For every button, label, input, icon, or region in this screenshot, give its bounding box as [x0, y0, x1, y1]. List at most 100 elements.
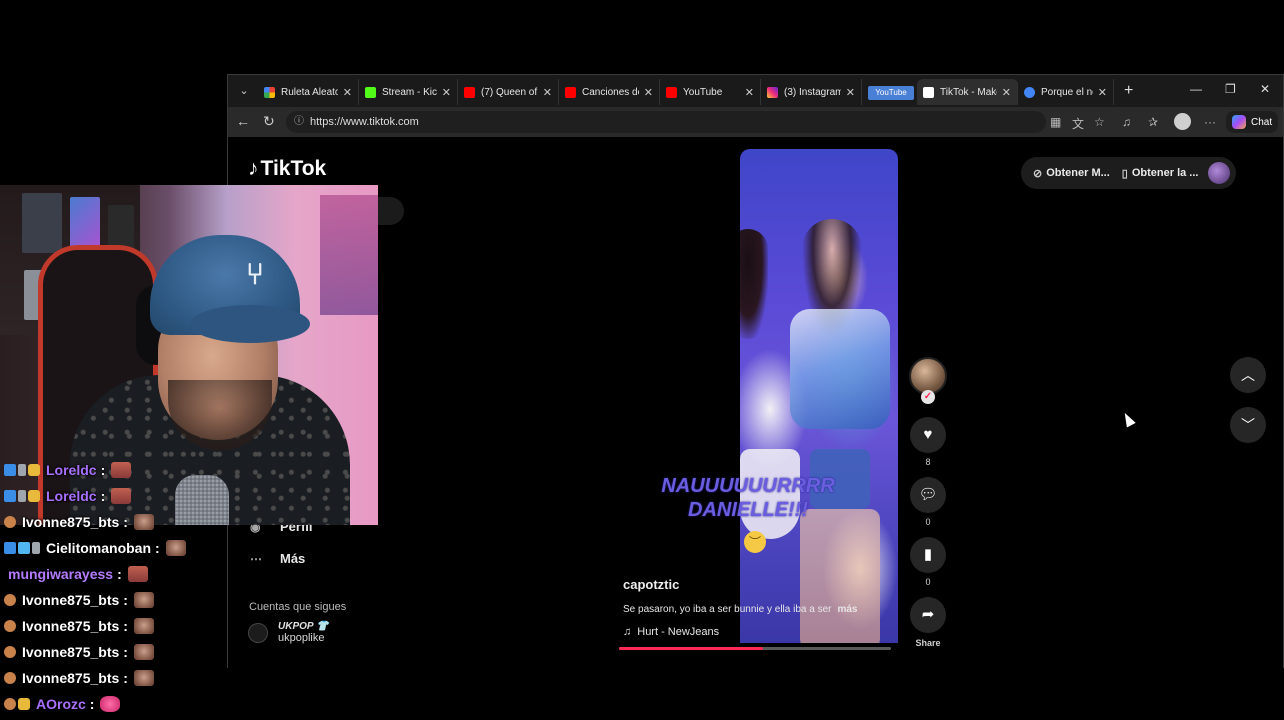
gold-badge-icon [28, 464, 40, 476]
tab-canciones[interactable]: Canciones de ✕ [559, 79, 660, 105]
new-tab-plus-icon[interactable]: + [1124, 82, 1133, 100]
chat-message: Loreldc: [4, 486, 132, 506]
mouse-cursor-icon [1120, 410, 1136, 428]
minimize-icon[interactable]: — [1190, 82, 1202, 96]
youtube-tab-group-badge[interactable]: YouTube [868, 86, 914, 100]
coin-icon: ⊘ [1033, 167, 1043, 180]
bear-badge-icon [4, 620, 16, 632]
chat-message: Loreldc: [4, 460, 132, 480]
tab-queen[interactable]: (7) Queen of ✕ [458, 79, 559, 105]
gray-badge-icon [18, 464, 26, 476]
youtube-favicon-icon [565, 86, 576, 98]
chat-username[interactable]: Ivonne875_bts [22, 618, 119, 634]
restore-icon[interactable]: ❐ [1225, 82, 1236, 96]
reload-icon[interactable]: ↻ [263, 113, 275, 130]
close-icon[interactable]: ✕ [343, 86, 352, 99]
tab-instagram[interactable]: (3) Instagram ✕ [761, 79, 862, 105]
following-account[interactable]: UKPOP 👕 ukpoplike [248, 621, 328, 644]
tab-list-dropdown[interactable]: ⌄ [234, 81, 254, 101]
video-progress-bar[interactable] [619, 647, 891, 650]
tab-label: (7) Queen of [481, 86, 538, 98]
stream-chat: Loreldc: Loreldc: Ivonne875_bts: Cielitoman… [0, 460, 230, 720]
next-video-button[interactable]: ﹀ [1230, 407, 1266, 443]
share-button[interactable]: ➦ [910, 597, 946, 633]
tab-ruleta[interactable]: Ruleta Aleato ✕ [258, 79, 359, 105]
tab-kick[interactable]: Stream - Kick ✕ [359, 79, 458, 105]
follow-plus-icon[interactable]: ✓ [921, 390, 935, 404]
collections-icon[interactable]: ✰ [1148, 115, 1158, 129]
heart-icon: ♥ [923, 426, 933, 443]
chevron-up-icon: ︿ [1241, 367, 1255, 383]
profile-avatar[interactable] [1174, 113, 1191, 130]
avatar[interactable] [1208, 162, 1231, 184]
crying-emoji-icon: ︶ [744, 531, 766, 553]
close-icon[interactable]: ✕ [1098, 86, 1107, 99]
following-handle: ukpoplike [278, 632, 325, 644]
app-grid-icon[interactable]: ▦ [1050, 115, 1061, 129]
tiktok-logo-text: TikTok [260, 157, 327, 180]
tiktok-note-icon: ♪ [248, 157, 259, 180]
phone-icon: ▯ [1121, 167, 1128, 180]
comment-button[interactable]: 💬︎ [910, 477, 946, 513]
youtube-favicon-icon [464, 86, 475, 98]
get-app-button[interactable]: ▯ Obtener la ... [1122, 167, 1199, 180]
like-button[interactable]: ♥ [910, 417, 946, 453]
comment-count: 0 [925, 517, 931, 527]
chat-username[interactable]: Ivonne875_bts [22, 644, 119, 660]
chat-message: Ivonne875_bts: [4, 616, 154, 636]
translate-icon[interactable]: 文 [1072, 115, 1084, 132]
get-coins-button[interactable]: ⊘ Obtener M... [1033, 167, 1110, 180]
url-field[interactable]: ⓘ https://www.tiktok.com [286, 111, 1046, 133]
close-icon[interactable]: ✕ [442, 86, 451, 99]
chat-separator: : [100, 488, 106, 504]
back-arrow-icon[interactable]: ← [236, 113, 250, 129]
youtube-favicon-icon [666, 86, 677, 98]
chat-username[interactable]: Cielitomanoban [46, 540, 151, 556]
video-music[interactable]: ♫ Hurt - NewJeans [623, 626, 719, 638]
site-info-icon[interactable]: ⓘ [294, 111, 304, 133]
like-count: 8 [925, 457, 931, 467]
chat-username[interactable]: Loreldc [46, 488, 97, 504]
save-button[interactable]: ▮ [910, 537, 946, 573]
box-emote-icon [111, 488, 132, 504]
browser-window: ⌄ Ruleta Aleato ✕ Stream - Kick ✕ (7) Qu… [227, 74, 1284, 669]
ruleta-favicon-icon [264, 86, 275, 98]
video-player[interactable] [740, 149, 898, 643]
tab-tiktok[interactable]: TikTok - Make ✕ [917, 79, 1018, 105]
tiktok-logo[interactable]: ♪TikTok [248, 157, 326, 181]
window-close-icon[interactable]: ✕ [1260, 82, 1270, 96]
tab-youtube[interactable]: YouTube ✕ [660, 79, 761, 105]
favorite-star-icon[interactable]: ☆ [1094, 115, 1105, 129]
chat-separator: : [100, 462, 106, 478]
tab-label: (3) Instagram [784, 86, 841, 98]
cat-emote-icon [133, 670, 154, 686]
blue-badge-icon [4, 464, 16, 476]
caption-more-link[interactable]: más [837, 604, 857, 615]
cap-brim [190, 305, 310, 343]
chat-username[interactable]: Loreldc [46, 462, 97, 478]
previous-video-button[interactable]: ︿ [1230, 357, 1266, 393]
video-author[interactable]: capotztic [623, 577, 679, 592]
settings-more-icon[interactable]: ··· [1204, 115, 1216, 129]
close-icon[interactable]: ✕ [543, 86, 552, 99]
bear-badge-icon [4, 646, 16, 658]
avatar [248, 622, 268, 643]
chat-username[interactable]: Ivonne875_bts [22, 670, 119, 686]
chat-username[interactable]: mungiwarayess [8, 566, 113, 582]
copilot-chat-button[interactable]: Chat [1226, 111, 1279, 133]
close-icon[interactable]: ✕ [644, 86, 653, 99]
close-icon[interactable]: ✕ [745, 86, 754, 99]
close-icon[interactable]: ✕ [1002, 86, 1011, 99]
instagram-favicon-icon [767, 86, 778, 98]
chat-username[interactable]: Ivonne875_bts [22, 514, 119, 530]
sidebar-item-mas[interactable]: ⋯ Más [250, 551, 305, 566]
video-progress-fill [619, 647, 764, 650]
tab-label: Ruleta Aleato [281, 86, 338, 98]
tab-label: YouTube [683, 86, 723, 98]
reading-icon[interactable]: ♫ [1122, 115, 1131, 129]
chat-username[interactable]: AOrozc [36, 696, 86, 712]
close-icon[interactable]: ✕ [846, 86, 855, 99]
cat-emote-icon [133, 592, 154, 608]
tab-search[interactable]: Porque el no ✕ [1018, 79, 1114, 105]
chat-username[interactable]: Ivonne875_bts [22, 592, 119, 608]
